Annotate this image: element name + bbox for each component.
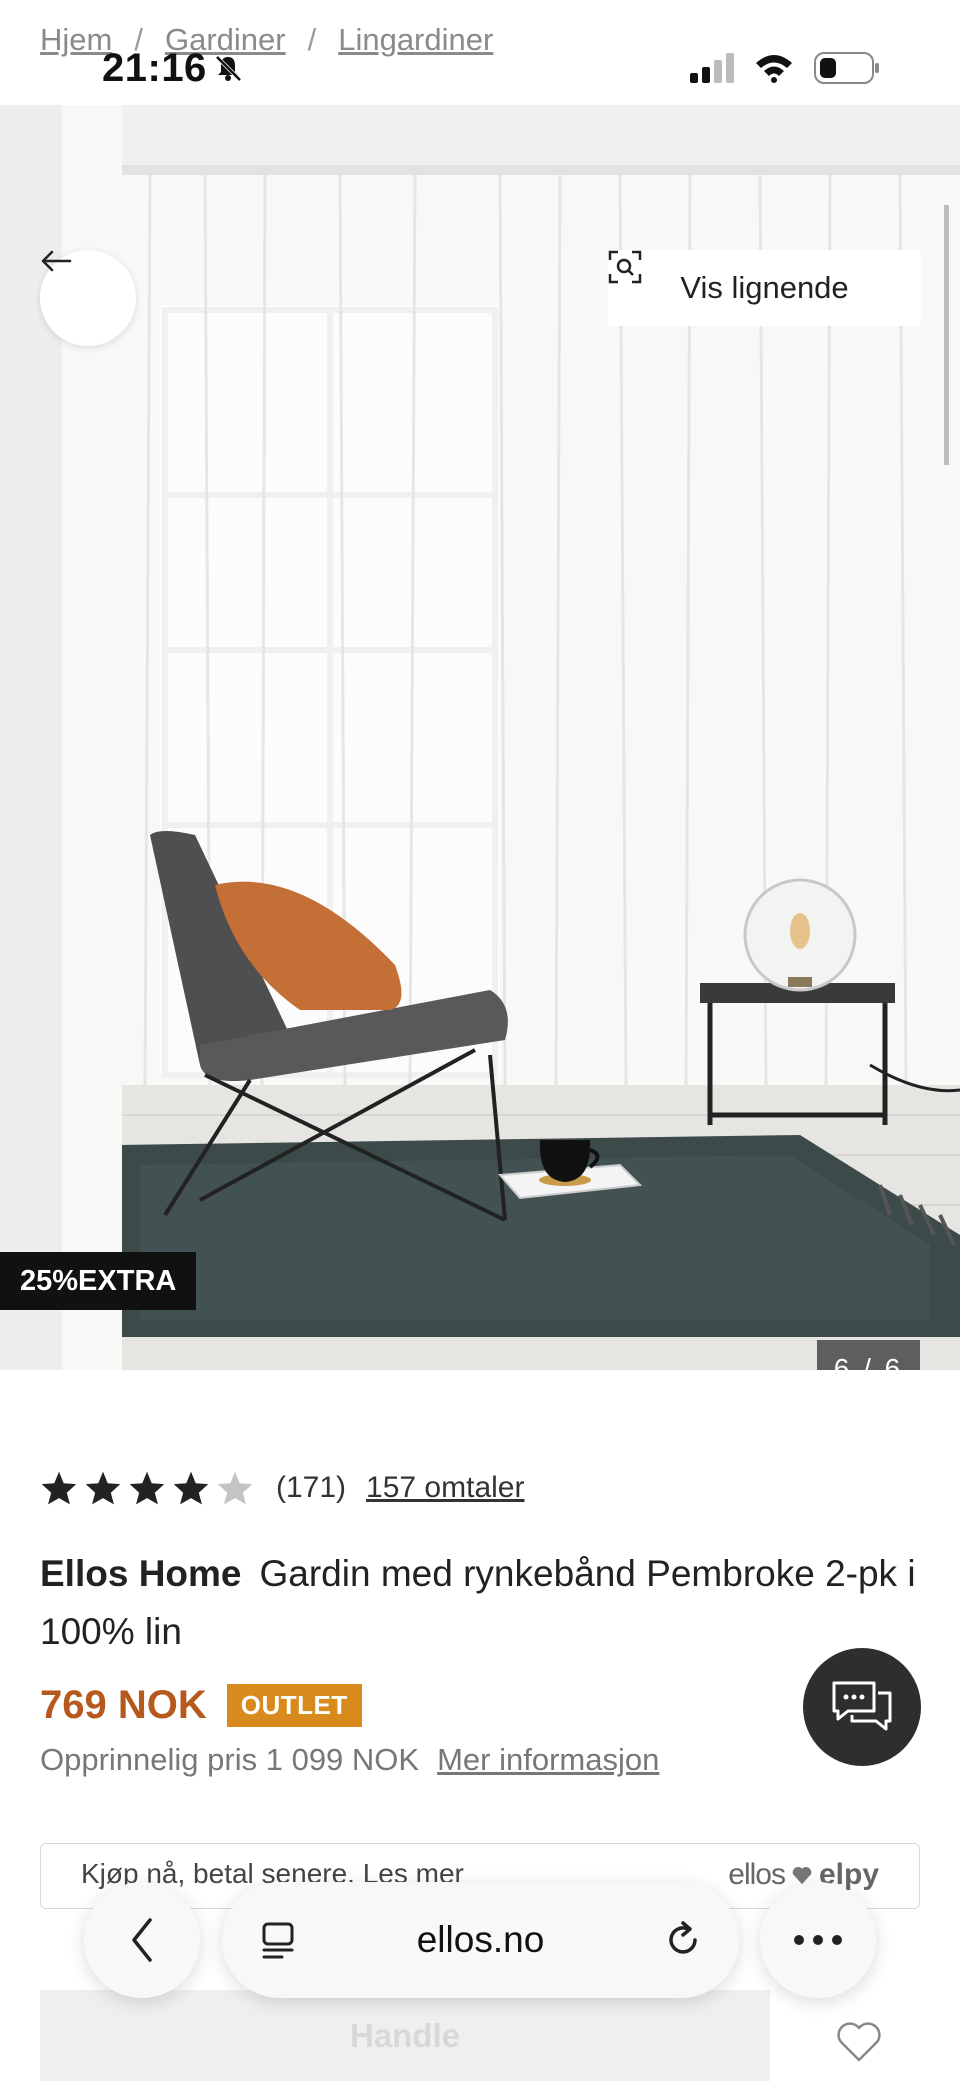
outlet-badge: OUTLET	[226, 1684, 362, 1727]
reviews-link[interactable]: 157 omtaler	[366, 1471, 524, 1505]
favorite-heart-icon[interactable]	[835, 2020, 883, 2064]
status-time: 21:16	[102, 46, 207, 90]
more-info-link[interactable]: Mer informasjon	[437, 1742, 659, 1778]
logo-ellos: ellos	[728, 1858, 786, 1891]
image-counter: 6 / 6	[817, 1340, 920, 1370]
original-price-row: Opprinnelig pris 1 099 NOK Mer informasj…	[40, 1742, 659, 1778]
breadcrumb-linen-curtains[interactable]: Lingardiner	[338, 22, 493, 58]
browser-more-button[interactable]	[760, 1882, 876, 1998]
star-empty-icon	[217, 1471, 253, 1505]
browser-back-button[interactable]	[84, 1882, 200, 1998]
star-filled-icon	[173, 1471, 209, 1505]
top-bar: Hjem / Gardiner / Lingardiner 21:16	[0, 0, 960, 105]
page-menu-icon[interactable]	[258, 1920, 298, 1960]
breadcrumb-separator: /	[307, 22, 317, 57]
star-filled-icon	[85, 1471, 121, 1505]
star-filled-icon	[41, 1471, 77, 1505]
back-button[interactable]	[40, 250, 136, 346]
ellipsis-icon	[794, 1935, 842, 1945]
url-text[interactable]: ellos.no	[417, 1919, 545, 1961]
star-filled-icon	[129, 1471, 165, 1505]
promo-badge: 25%EXTRA	[0, 1252, 197, 1310]
price-row: 769 NOK OUTLET	[40, 1683, 362, 1728]
product-brand[interactable]: Ellos Home	[40, 1553, 242, 1594]
chat-button[interactable]	[803, 1648, 921, 1766]
show-similar-label: Vis lignende	[680, 270, 849, 305]
arrow-left-icon	[41, 250, 72, 272]
star-rating	[40, 1470, 254, 1506]
bell-muted-icon	[215, 55, 242, 82]
chat-icon	[832, 1681, 892, 1731]
battery-icon	[814, 52, 879, 84]
wifi-icon	[756, 55, 792, 83]
reload-icon[interactable]	[663, 1920, 703, 1960]
original-price: Opprinnelig pris 1 099 NOK	[40, 1742, 420, 1777]
chevron-left-icon	[132, 1918, 152, 1962]
address-bar[interactable]: ellos.no	[222, 1882, 739, 1998]
buy-button[interactable]: Handle	[40, 1990, 770, 2081]
show-similar-button[interactable]: Vis lignende	[608, 250, 921, 326]
product-title: Ellos Home Gardin med rynkebånd Pembroke …	[40, 1545, 920, 1661]
rating-count: (171)	[276, 1471, 347, 1504]
current-price: 769 NOK	[40, 1683, 207, 1727]
rating-row: (171) 157 omtaler	[40, 1470, 524, 1506]
visual-search-icon	[608, 250, 642, 284]
signal-icon	[690, 53, 734, 83]
product-image[interactable]: Vis lignende 6 / 6	[0, 105, 960, 1370]
status-icons	[690, 52, 880, 84]
